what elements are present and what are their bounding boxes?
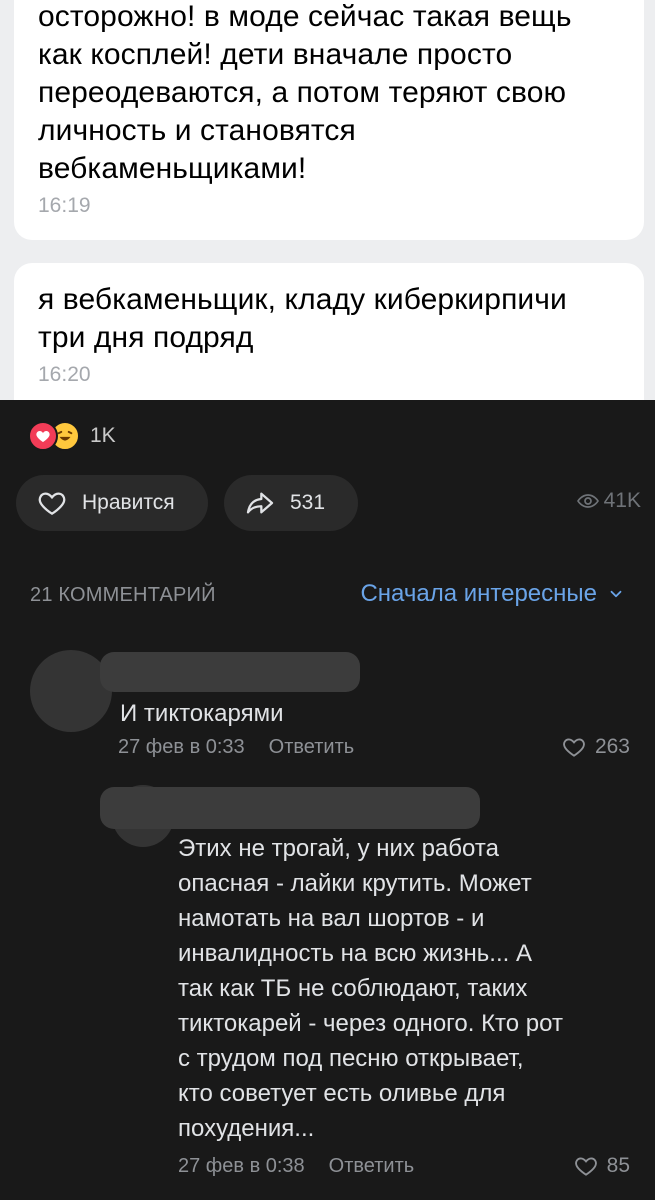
comment-like-button[interactable]: 263 <box>561 734 630 760</box>
heart-icon <box>563 738 585 757</box>
views-counter: 41K <box>576 489 641 513</box>
comment-line: инвалидность на всю жизнь... А <box>178 940 532 967</box>
message-line: я вебкаменьщик, кладу киберкирпичи <box>38 283 567 316</box>
message-line: осторожно! в моде сейчас такая вещь <box>38 0 572 33</box>
comment: И тиктокарями 27 фев в 0:33 Ответить 263 <box>30 650 630 770</box>
comment-line: опасная - лайки крутить. Может <box>178 870 532 897</box>
comment-line: так как ТБ не соблюдают, таких <box>178 975 528 1002</box>
comment-reply: Этих не трогай, у них работа опасная - л… <box>100 785 630 1185</box>
redacted-author-name <box>100 652 360 692</box>
comment-like-count: 85 <box>606 1154 630 1177</box>
comment-meta: 27 фев в 0:38 Ответить <box>178 1155 414 1178</box>
message-time: 16:20 <box>38 363 91 386</box>
comments-count: 21 КОММЕНТАРИЙ <box>30 584 216 606</box>
message-line: личность и становятся <box>38 114 356 147</box>
chat-message: я вебкаменьщик, кладу киберкирпичи три д… <box>14 263 644 400</box>
comment-text: И тиктокарями <box>120 700 284 727</box>
message-line: как косплей! дети вначале просто <box>38 38 513 71</box>
views-count: 41K <box>603 489 641 512</box>
share-icon <box>246 492 274 514</box>
message-time: 16:19 <box>38 194 91 217</box>
message-text: осторожно! в моде сейчас такая вещь как … <box>38 0 620 188</box>
comment-like-button[interactable]: 85 <box>573 1153 630 1179</box>
sort-dropdown[interactable]: Сначала интересные <box>360 580 625 608</box>
reply-link[interactable]: Ответить <box>269 736 355 759</box>
chat-message: осторожно! в моде сейчас такая вещь как … <box>14 0 644 240</box>
like-button[interactable]: Нравится <box>16 475 208 531</box>
chevron-down-icon <box>610 590 622 598</box>
reactions-count: 1K <box>90 424 116 447</box>
sort-label: Сначала интересные <box>360 580 597 607</box>
post-actions: Нравится 531 41K <box>16 475 641 531</box>
reactions-summary[interactable]: 1K <box>28 418 116 454</box>
comment-meta: 27 фев в 0:33 Ответить <box>118 736 354 759</box>
reply-link[interactable]: Ответить <box>329 1155 415 1178</box>
share-button[interactable]: 531 <box>224 475 358 531</box>
message-line: переодеваются, а потом теряют свою <box>38 76 567 109</box>
comment-date: 27 фев в 0:38 <box>178 1155 305 1177</box>
comment-line: намотать на вал шортов - и <box>178 905 485 932</box>
comment-text: Этих не трогай, у них работа опасная - л… <box>178 831 628 1146</box>
heart-icon <box>38 492 66 515</box>
comment-date: 27 фев в 0:33 <box>118 736 245 758</box>
share-count: 531 <box>290 491 326 514</box>
message-line: вебкаменьщиками! <box>38 152 307 185</box>
heart-icon <box>574 1157 597 1176</box>
comments-header: 21 КОММЕНТАРИЙ Сначала интересные <box>30 580 625 612</box>
comment-line: с трудом под песню открывает, <box>178 1045 524 1072</box>
comment-line: кто советует есть оливье для <box>178 1080 506 1107</box>
comment-line: тиктокарей - через одного. Кто рот <box>178 1010 563 1037</box>
redacted-author-name <box>100 787 480 829</box>
like-label: Нравится <box>82 491 175 514</box>
comment-line: Этих не трогай, у них работа <box>178 835 499 862</box>
eye-icon <box>576 494 599 508</box>
heart-reaction-icon <box>28 421 58 451</box>
comment-line: похудения... <box>178 1115 315 1142</box>
comment-like-count: 263 <box>594 735 630 758</box>
chat-screenshot: осторожно! в моде сейчас такая вещь как … <box>0 0 655 400</box>
message-text: я вебкаменьщик, кладу киберкирпичи три д… <box>38 281 620 357</box>
message-line: три дня подряд <box>38 321 254 354</box>
